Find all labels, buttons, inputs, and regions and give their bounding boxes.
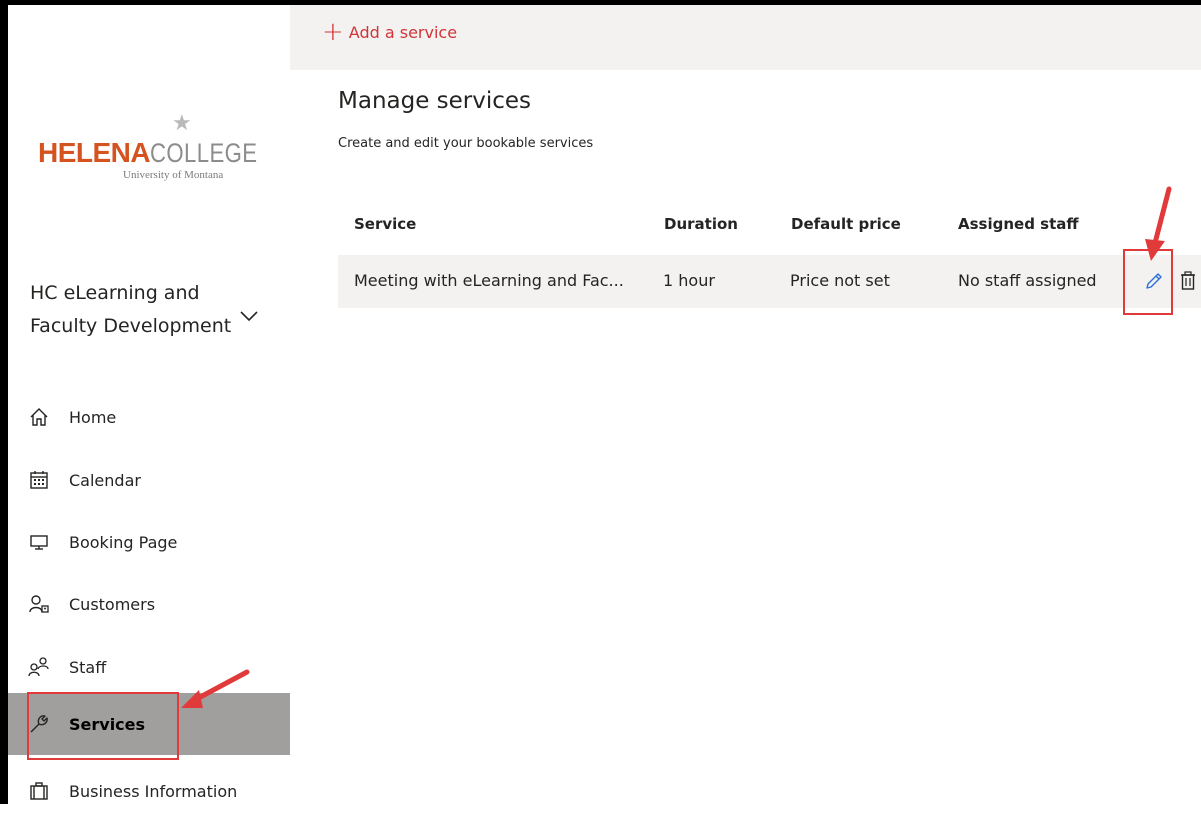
page-subtitle: Create and edit your bookable services — [338, 136, 594, 151]
table-row[interactable]: Meeting with eLearning and Fac... 1 hour… — [338, 255, 1201, 308]
home-icon — [28, 406, 50, 428]
logo-primary-text: HELENA — [38, 137, 151, 168]
window-frame-left — [0, 0, 8, 804]
logo-secondary-text: COLLEGE — [150, 138, 258, 168]
calendar-icon — [28, 469, 50, 491]
add-service-label: Add a service — [348, 22, 458, 42]
staff-cell: No staff assigned — [958, 271, 1097, 290]
chevron-down-icon[interactable] — [240, 307, 258, 326]
column-header-service[interactable]: Service — [354, 215, 416, 233]
sidebar-item-business-information[interactable]: Business Information — [8, 767, 290, 815]
table-header: Service Duration Default price Assigned … — [338, 215, 1201, 245]
column-header-duration[interactable]: Duration — [664, 215, 738, 233]
annotation-highlight-box — [27, 692, 179, 760]
staff-icon — [28, 656, 50, 678]
sidebar-item-label: Booking Page — [69, 532, 178, 552]
logo-subtitle: University of Montana — [123, 169, 224, 181]
sidebar-item-label: Staff — [69, 657, 107, 677]
business-name[interactable]: HC eLearning and Faculty Development — [30, 277, 270, 343]
column-header-assigned-staff[interactable]: Assigned staff — [958, 215, 1079, 233]
sidebar-item-label: Customers — [69, 594, 156, 614]
sidebar-item-label: Home — [69, 407, 117, 427]
sidebar-item-label: Calendar — [69, 470, 141, 490]
sidebar-item-booking-page[interactable]: Booking Page — [8, 518, 290, 566]
customers-icon — [28, 593, 50, 615]
duration-cell: 1 hour — [663, 271, 715, 290]
annotation-arrow-icon — [181, 669, 250, 708]
annotation-arrow-icon — [1145, 186, 1172, 261]
helena-college-logo: ★ HELENACOLLEGE University of Montana — [38, 111, 268, 185]
plus-icon: + — [322, 17, 344, 47]
service-name-cell: Meeting with eLearning and Fac... — [354, 271, 624, 290]
sidebar-item-home[interactable]: Home — [8, 393, 290, 441]
delete-trash-icon[interactable] — [1179, 271, 1197, 295]
sidebar-item-calendar[interactable]: Calendar — [8, 456, 290, 504]
command-bar: + Add a service — [290, 5, 1201, 70]
briefcase-icon — [28, 780, 50, 802]
price-cell: Price not set — [790, 271, 890, 290]
column-header-default-price[interactable]: Default price — [791, 215, 901, 233]
monitor-icon — [28, 531, 50, 553]
star-icon: ★ — [172, 111, 192, 136]
add-service-button[interactable]: + Add a service — [322, 19, 457, 45]
sidebar-item-customers[interactable]: Customers — [8, 580, 290, 628]
page-title: Manage services — [338, 88, 532, 114]
sidebar-item-label: Business Information — [69, 781, 238, 801]
